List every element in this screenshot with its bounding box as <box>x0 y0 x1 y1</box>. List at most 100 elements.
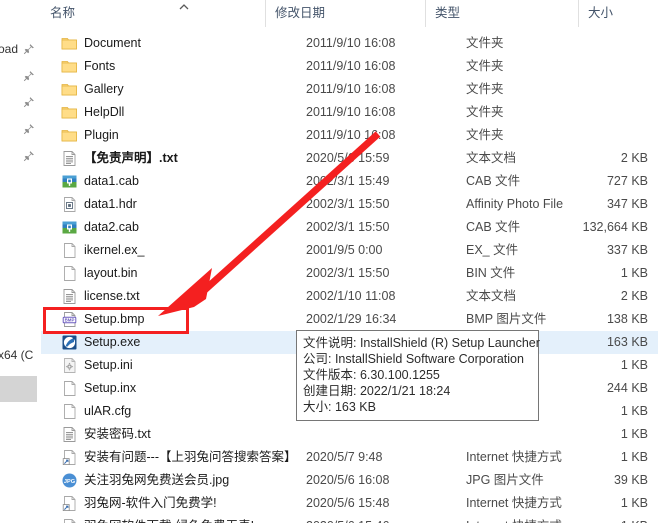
bmp-file-icon: BMP <box>61 311 78 328</box>
cab-file-icon <box>61 173 78 190</box>
column-header-date[interactable]: 修改日期 <box>265 0 425 27</box>
file-date-modified: 2002/1/29 16:34 <box>306 312 397 326</box>
folder-icon <box>61 127 78 144</box>
hdr-file-icon <box>61 196 78 213</box>
column-header-type[interactable]: 类型 <box>425 0 578 27</box>
pin-icon <box>23 70 35 82</box>
file-size: 1 KB <box>620 496 648 510</box>
file-type: Internet 快捷方式 <box>466 496 562 510</box>
file-name: HelpDll <box>84 105 125 119</box>
table-row[interactable]: JPG 关注羽兔网免费送会员.jpg 2020/5/6 16:08 JPG 图片文件 3… <box>41 469 658 492</box>
folder-icon <box>61 81 78 98</box>
ini-file-icon <box>61 357 78 374</box>
table-row[interactable]: license.txt 2002/1/10 11:08 文本文档 2 KB <box>41 285 658 308</box>
tooltip-line: 大小: 163 KB <box>303 400 376 414</box>
sort-ascending-icon <box>178 2 190 12</box>
column-header-type-label: 类型 <box>435 6 461 20</box>
generic-file-icon <box>61 380 78 397</box>
file-type: EX_ 文件 <box>466 243 519 257</box>
file-size: 347 KB <box>606 197 648 211</box>
column-header-size-label: 大小 <box>588 6 614 20</box>
file-size: 2 KB <box>620 151 648 165</box>
column-header-name[interactable]: 名称 <box>41 0 265 27</box>
pin-icon <box>23 150 35 162</box>
nav-partial-label-download: oad <box>0 42 19 56</box>
file-type: Internet 快捷方式 <box>466 450 562 464</box>
file-size: 244 KB <box>606 381 648 395</box>
file-date-modified: 2020/5/6 15:59 <box>306 151 390 165</box>
table-row[interactable]: data1.cab 2002/3/1 15:49 CAB 文件 727 KB <box>41 170 658 193</box>
svg-text:JPG: JPG <box>64 479 75 485</box>
table-row[interactable]: Gallery 2011/9/10 16:08 文件夹 <box>41 78 658 101</box>
tooltip-line: 文件版本: 6.30.100.1255 <box>303 368 440 382</box>
file-name: data1.hdr <box>84 197 137 211</box>
tooltip-line: 公司: InstallShield Software Corporation <box>303 352 524 366</box>
file-type: BIN 文件 <box>466 266 516 280</box>
file-name: 安装密码.txt <box>84 427 151 441</box>
text-file-icon <box>61 150 78 167</box>
file-size: 727 KB <box>606 174 648 188</box>
svg-text:BMP: BMP <box>65 318 75 323</box>
file-date-modified: 2011/9/10 16:08 <box>306 36 396 50</box>
file-date-modified: 2011/9/10 16:08 <box>306 82 396 96</box>
shortcut-icon <box>61 449 78 466</box>
shortcut-icon <box>61 518 78 523</box>
generic-file-icon <box>61 242 78 259</box>
table-row[interactable]: ikernel.ex_ 2001/9/5 0:00 EX_ 文件 337 KB <box>41 239 658 262</box>
file-name: Plugin <box>84 128 119 142</box>
file-date-modified: 2020/5/7 9:48 <box>306 450 383 464</box>
file-type: 文件夹 <box>466 128 504 142</box>
file-name: ulAR.cfg <box>84 404 132 418</box>
file-size: 337 KB <box>606 243 648 257</box>
file-list[interactable]: Document 2011/9/10 16:08 文件夹 Fonts 2011/9/10… <box>41 27 658 523</box>
file-type: Affinity Photo File <box>466 197 564 211</box>
file-date-modified: 2002/3/1 15:50 <box>306 266 390 280</box>
file-date-modified: 2011/9/10 16:08 <box>306 128 396 142</box>
file-size: 1 KB <box>620 450 648 464</box>
nav-placeholder-block <box>0 376 37 402</box>
file-type: 文本文档 <box>466 151 517 165</box>
table-row[interactable]: 安装密码.txt 1 KB <box>41 423 658 446</box>
exe-file-icon <box>61 334 78 351</box>
file-type: JPG 图片文件 <box>466 473 544 487</box>
tooltip-line: 创建日期: 2022/1/21 18:24 <box>303 384 451 398</box>
file-date-modified: 2002/3/1 15:50 <box>306 197 390 211</box>
explorer-window: oad x64 (C 名称 修改日期 类型 大小 Document 2011/9… <box>0 0 658 523</box>
nav-partial-label-x64: x64 (C <box>0 348 34 362</box>
file-size: 39 KB <box>613 473 648 487</box>
file-date-modified: 2011/9/10 16:08 <box>306 105 396 119</box>
table-row[interactable]: 【免责声明】.txt 2020/5/6 15:59 文本文档 2 KB <box>41 147 658 170</box>
shortcut-icon <box>61 495 78 512</box>
column-header-name-label: 名称 <box>50 6 76 20</box>
table-row[interactable]: data2.cab 2002/3/1 15:50 CAB 文件 132,664 KB <box>41 216 658 239</box>
file-type: Internet 快捷方式 <box>466 515 562 523</box>
column-header-size[interactable]: 大小 <box>578 0 658 27</box>
folder-icon <box>61 104 78 121</box>
file-name: 关注羽兔网免费送会员.jpg <box>84 473 230 487</box>
file-date-modified: 2002/3/1 15:50 <box>306 220 390 234</box>
file-type: CAB 文件 <box>466 220 521 234</box>
table-row[interactable]: 安装有问题---【上羽兔问答搜索答案】 2020/5/7 9:48 Internet… <box>41 446 658 469</box>
table-row[interactable]: Plugin 2011/9/10 16:08 文件夹 <box>41 124 658 147</box>
file-name: Fonts <box>84 59 116 73</box>
text-file-icon <box>61 426 78 443</box>
text-file-icon <box>61 288 78 305</box>
generic-file-icon <box>61 403 78 420</box>
generic-file-icon <box>61 265 78 282</box>
table-row[interactable]: data1.hdr 2002/3/1 15:50 Affinity Photo Fi… <box>41 193 658 216</box>
table-row[interactable]: 羽兔网-软件入门免费学! 2020/5/6 15:48 Internet 快捷方式 1… <box>41 492 658 515</box>
table-row[interactable]: 羽兔网软件下载-绿色免费无毒! 2020/5/6 15:46 Internet 快捷… <box>41 515 658 523</box>
table-row[interactable]: BMP Setup.bmp 2002/1/29 16:34 BMP 图片文件 138 K… <box>41 308 658 331</box>
table-row[interactable]: HelpDll 2011/9/10 16:08 文件夹 <box>41 101 658 124</box>
file-name: 羽兔网-软件入门免费学! <box>84 496 217 510</box>
table-row[interactable]: layout.bin 2002/3/1 15:50 BIN 文件 1 KB <box>41 262 658 285</box>
pin-icon <box>23 96 35 108</box>
navigation-pane: oad x64 (C <box>0 0 42 523</box>
file-type: 文本文档 <box>466 289 517 303</box>
file-type: 文件夹 <box>466 36 504 50</box>
pin-icon <box>23 123 35 135</box>
file-name: Gallery <box>84 82 124 96</box>
table-row[interactable]: Fonts 2011/9/10 16:08 文件夹 <box>41 55 658 78</box>
table-row[interactable]: Document 2011/9/10 16:08 文件夹 <box>41 32 658 55</box>
file-name: Setup.inx <box>84 381 137 395</box>
